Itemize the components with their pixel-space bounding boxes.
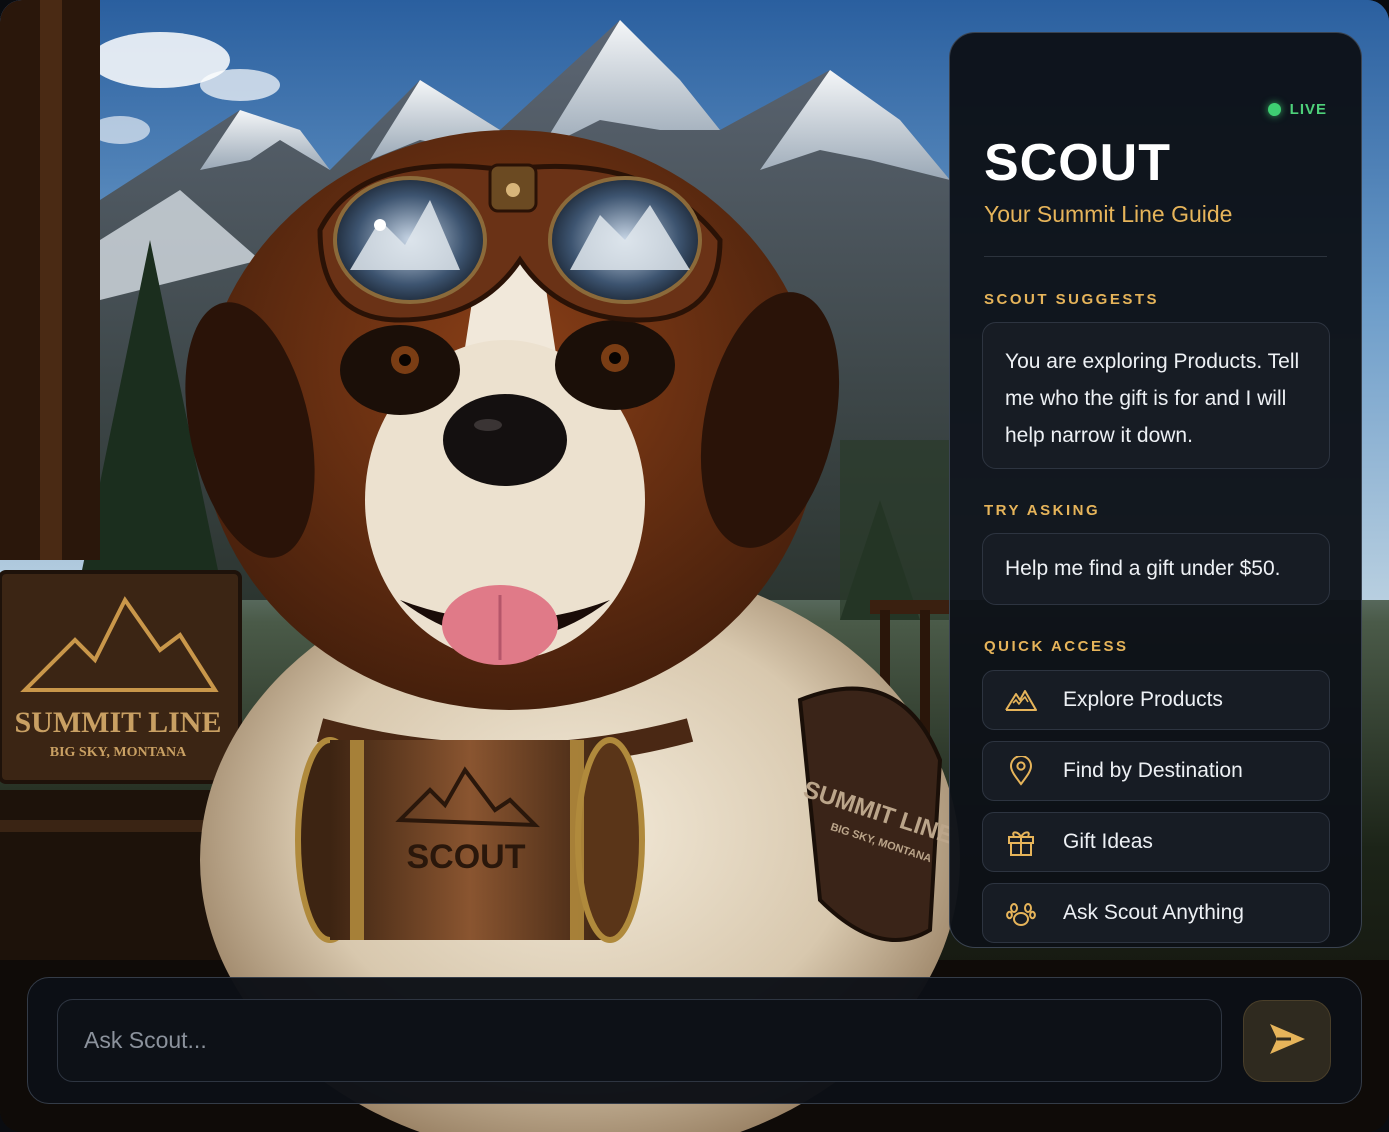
live-status-dot-icon [1267, 103, 1281, 116]
mountain-icon [1005, 684, 1037, 716]
try-asking-text: Help me find a gift under $50. [1005, 557, 1281, 580]
location-pin-icon [1005, 755, 1037, 787]
quick-access-find-by-destination[interactable]: Find by Destination [982, 741, 1330, 801]
barrel: SCOUT [295, 737, 645, 943]
quick-access-item-label: Ask Scout Anything [1063, 901, 1244, 924]
quick-access-explore-products[interactable]: Explore Products [982, 670, 1330, 730]
try-asking-label: TRY ASKING [984, 502, 1101, 519]
send-button[interactable] [1243, 1000, 1331, 1082]
gift-icon [1005, 826, 1037, 858]
chat-input-bar [27, 977, 1362, 1104]
quick-access-gift-ideas[interactable]: Gift Ideas [982, 812, 1330, 872]
quick-access-item-label: Find by Destination [1063, 759, 1243, 782]
panel-title: SCOUT [984, 134, 1171, 192]
quick-access-label: QUICK ACCESS [984, 638, 1129, 655]
send-icon [1267, 1022, 1307, 1061]
barrel-label: SCOUT [407, 838, 526, 876]
sign-title: SUMMIT LINE [15, 706, 222, 739]
scout-panel: LIVE SCOUT Your Summit Line Guide SCOUT … [949, 32, 1362, 948]
live-status: LIVE [1267, 101, 1327, 118]
divider [984, 256, 1327, 257]
scout-suggests-label: SCOUT SUGGESTS [984, 291, 1160, 308]
paw-icon [1005, 897, 1037, 929]
scout-suggestion-card: You are exploring Products. Tell me who … [982, 322, 1330, 469]
sign-subtitle: BIG SKY, MONTANA [50, 745, 187, 760]
live-status-label: LIVE [1289, 101, 1327, 118]
panel-subtitle: Your Summit Line Guide [984, 201, 1233, 227]
quick-access-item-label: Gift Ideas [1063, 830, 1153, 853]
ask-scout-input[interactable] [57, 999, 1222, 1082]
quick-access-ask-scout-anything[interactable]: Ask Scout Anything [982, 883, 1330, 943]
quick-access-item-label: Explore Products [1063, 688, 1223, 711]
try-asking-prompt[interactable]: Help me find a gift under $50. [982, 533, 1330, 605]
